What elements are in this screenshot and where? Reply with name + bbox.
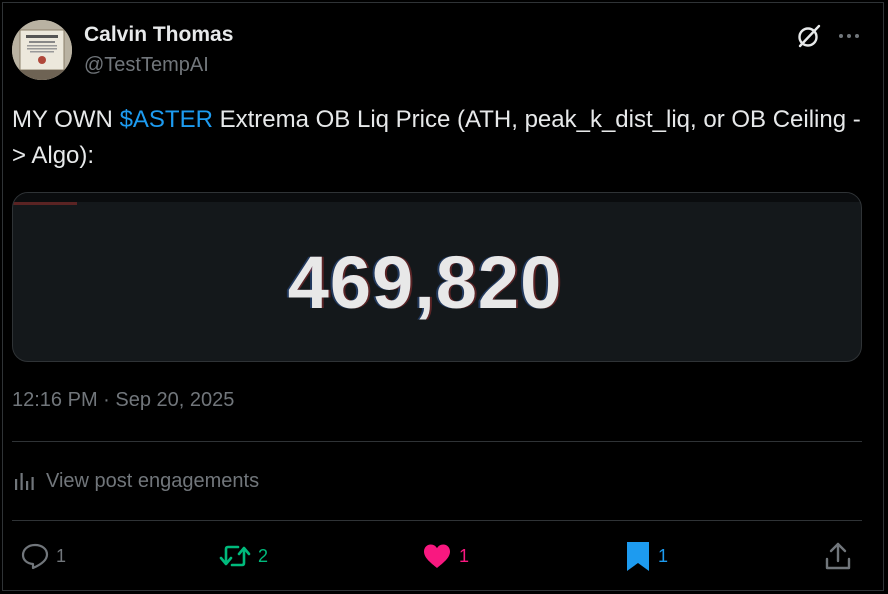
repost-button[interactable]: 2: [218, 539, 268, 573]
post-text: MY OWN $ASTER Extrema OB Liq Price (ATH,…: [12, 102, 862, 174]
repost-icon: [219, 545, 251, 567]
like-icon: [424, 544, 450, 568]
share-icon: [825, 542, 851, 570]
cashtag-link[interactable]: $ASTER: [120, 106, 213, 133]
divider-top: [12, 441, 862, 442]
repost-count: 2: [258, 545, 269, 566]
more-icon[interactable]: [836, 23, 862, 49]
grok-icon[interactable]: [795, 22, 823, 50]
avatar-image: [12, 20, 72, 80]
divider-bottom: [12, 520, 862, 521]
bookmark-icon: [627, 542, 649, 571]
engagements-label: View post engagements: [46, 469, 260, 492]
author-handle[interactable]: @TestTempAI: [84, 54, 209, 77]
bookmark-count: 1: [658, 545, 669, 566]
reply-count: 1: [56, 545, 67, 566]
post-timestamp[interactable]: 12:16 PM · Sep 20, 2025: [12, 389, 234, 412]
like-button[interactable]: 1: [421, 539, 469, 573]
avatar[interactable]: [12, 20, 72, 80]
like-count: 1: [459, 545, 470, 566]
reply-icon: [21, 543, 49, 570]
analytics-icon: [15, 473, 34, 490]
share-button[interactable]: [824, 539, 858, 573]
post-text-prefix: MY OWN: [12, 106, 120, 133]
bookmark-button[interactable]: 1: [624, 539, 668, 573]
media-value: 469,820: [287, 240, 563, 324]
view-engagements-link[interactable]: View post engagements: [12, 467, 259, 495]
author-name[interactable]: Calvin Thomas: [84, 23, 233, 47]
reply-button[interactable]: 1: [20, 539, 66, 573]
post-media[interactable]: 469,820: [12, 192, 862, 362]
